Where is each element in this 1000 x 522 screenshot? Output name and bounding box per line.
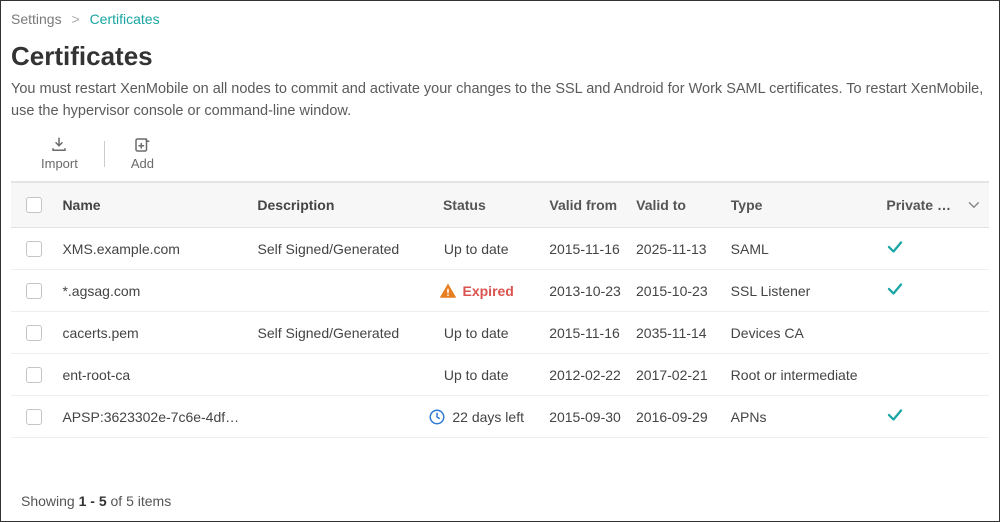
- table-row[interactable]: cacerts.pemSelf Signed/Generated Up to da…: [11, 312, 989, 354]
- clock-icon: [428, 408, 446, 426]
- cell-type: Devices CA: [725, 325, 881, 341]
- breadcrumb-settings[interactable]: Settings: [11, 11, 62, 27]
- row-checkbox[interactable]: [26, 325, 42, 341]
- footer-range: 1 - 5: [79, 493, 107, 509]
- page-title: Certificates: [11, 41, 989, 72]
- status-text: Up to date: [444, 241, 509, 257]
- cell-description: Self Signed/Generated: [252, 325, 410, 341]
- cell-type: Root or intermediate: [725, 367, 881, 383]
- check-icon: [886, 238, 904, 256]
- cell-name: APSP:3623302e-7c6e-4df8-aa9e: [56, 409, 251, 425]
- breadcrumb: Settings > Certificates: [11, 7, 989, 41]
- cell-name: *.agsag.com: [56, 283, 251, 299]
- cell-status: Up to date: [409, 367, 543, 383]
- breadcrumb-separator: >: [71, 11, 79, 27]
- cell-valid-from: 2013-10-23: [543, 283, 630, 299]
- cell-valid-to: 2015-10-23: [630, 283, 725, 299]
- cell-valid-to: 2016-09-29: [630, 409, 725, 425]
- status-text: Up to date: [444, 367, 509, 383]
- warning-icon: [439, 282, 457, 300]
- status-text: Up to date: [444, 325, 509, 341]
- table-footer: Showing 1 - 5 of 5 items: [21, 493, 171, 509]
- header-name[interactable]: Name: [56, 197, 251, 213]
- cell-status: Up to date: [409, 241, 543, 257]
- add-icon: [133, 136, 151, 154]
- header-valid-from[interactable]: Valid from: [543, 197, 630, 213]
- cell-private-key: [880, 280, 959, 301]
- check-icon: [886, 406, 904, 424]
- toolbar: Import Add: [11, 136, 989, 171]
- cell-name: cacerts.pem: [56, 325, 251, 341]
- toolbar-separator: [104, 141, 105, 167]
- cell-valid-from: 2015-11-16: [543, 241, 630, 257]
- row-checkbox[interactable]: [26, 283, 42, 299]
- add-label: Add: [131, 156, 154, 171]
- cell-valid-to: 2035-11-14: [630, 325, 725, 341]
- cell-private-key: [880, 406, 959, 427]
- status-text: 22 days left: [452, 409, 524, 425]
- cell-description: Self Signed/Generated: [252, 241, 410, 257]
- footer-total: 5: [126, 493, 134, 509]
- row-checkbox[interactable]: [26, 409, 42, 425]
- check-icon: [886, 280, 904, 298]
- chevron-down-icon[interactable]: [965, 196, 983, 214]
- cell-status: 22 days left: [409, 408, 543, 426]
- breadcrumb-certificates[interactable]: Certificates: [90, 11, 160, 27]
- page-description: You must restart XenMobile on all nodes …: [11, 78, 989, 122]
- cell-valid-to: 2025-11-13: [630, 241, 725, 257]
- import-label: Import: [41, 156, 78, 171]
- table-row[interactable]: *.agsag.com Expired 2013-10-232015-10-23SS…: [11, 270, 989, 312]
- cell-valid-from: 2015-11-16: [543, 325, 630, 341]
- cell-valid-to: 2017-02-21: [630, 367, 725, 383]
- row-checkbox[interactable]: [26, 367, 42, 383]
- row-checkbox[interactable]: [26, 241, 42, 257]
- certificates-table: Name Description Status Valid from Valid…: [11, 181, 989, 438]
- status-text: Expired: [463, 283, 514, 299]
- cell-type: SAML: [725, 241, 881, 257]
- footer-prefix: Showing: [21, 493, 79, 509]
- header-description[interactable]: Description: [251, 197, 409, 213]
- cell-type: SSL Listener: [725, 283, 881, 299]
- cell-name: ent-root-ca: [56, 367, 251, 383]
- cell-status: Up to date: [409, 325, 543, 341]
- cell-status: Expired: [409, 282, 543, 300]
- import-button[interactable]: Import: [41, 136, 78, 171]
- table-header-row: Name Description Status Valid from Valid…: [11, 182, 989, 228]
- table-row[interactable]: APSP:3623302e-7c6e-4df8-aa9e 22 days left…: [11, 396, 989, 438]
- add-button[interactable]: Add: [131, 136, 154, 171]
- header-status[interactable]: Status: [409, 197, 543, 213]
- cell-name: XMS.example.com: [56, 241, 251, 257]
- footer-suffix: items: [134, 493, 171, 509]
- select-all-checkbox[interactable]: [26, 197, 42, 213]
- table-row[interactable]: XMS.example.comSelf Signed/Generated Up t…: [11, 228, 989, 270]
- cell-valid-from: 2012-02-22: [543, 367, 630, 383]
- table-row[interactable]: ent-root-ca Up to date 2012-02-222017-02-2…: [11, 354, 989, 396]
- header-private-key[interactable]: Private key: [880, 197, 959, 213]
- import-icon: [50, 136, 68, 154]
- header-valid-to[interactable]: Valid to: [630, 197, 725, 213]
- header-type[interactable]: Type: [725, 197, 881, 213]
- cell-private-key: [880, 238, 959, 259]
- cell-type: APNs: [725, 409, 881, 425]
- footer-middle: of: [107, 493, 126, 509]
- cell-valid-from: 2015-09-30: [543, 409, 630, 425]
